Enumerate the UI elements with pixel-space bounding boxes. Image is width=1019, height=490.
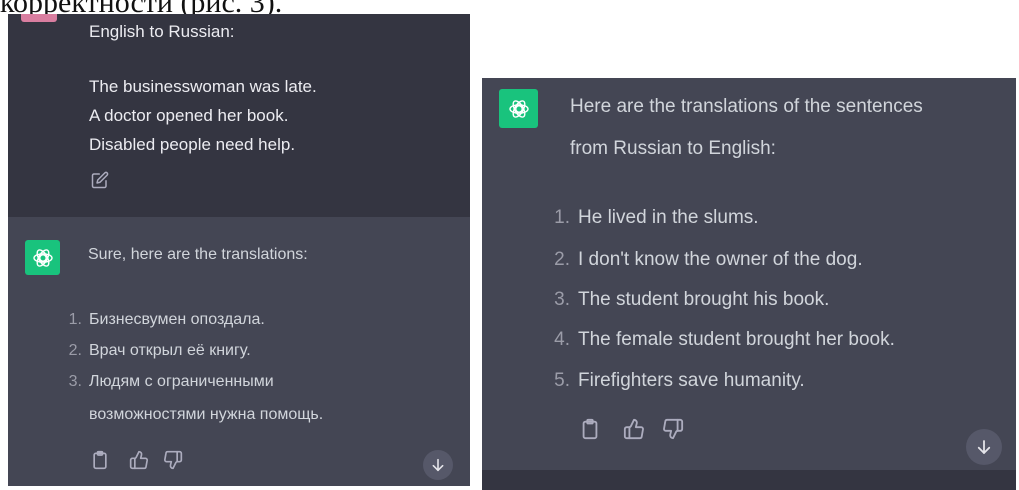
list-item: Бизнесвумен опоздала. xyxy=(89,311,265,328)
list-item: He lived in the slums. xyxy=(578,207,759,228)
list-item: Людям с ограниченными xyxy=(89,373,274,390)
user-message-line: Disabled people need help. xyxy=(89,135,296,154)
left-chat-panel: English to Russian: The businesswoman wa… xyxy=(8,14,470,486)
list-number: 2. xyxy=(554,249,570,270)
assistant-intro-line: Here are the translations of the sentenc… xyxy=(570,96,923,117)
user-message-block: English to Russian: The businesswoman wa… xyxy=(8,14,470,217)
edit-icon[interactable] xyxy=(91,171,109,189)
assistant-intro-line: from Russian to English: xyxy=(570,138,776,159)
user-message-line: A doctor opened her book. xyxy=(89,106,289,125)
list-item: The student brought his book. xyxy=(578,289,830,310)
list-item: Врач открыл её книгу. xyxy=(89,342,251,359)
assistant-avatar xyxy=(499,89,538,128)
assistant-avatar xyxy=(25,240,60,275)
user-avatar xyxy=(21,14,57,22)
list-number: 5. xyxy=(554,370,570,391)
thumbs-up-icon[interactable] xyxy=(129,450,149,470)
list-number: 2. xyxy=(68,342,82,359)
list-item: Firefighters save humanity. xyxy=(578,370,805,391)
scroll-down-button[interactable] xyxy=(966,429,1002,465)
thumbs-up-icon[interactable] xyxy=(623,418,645,440)
scroll-down-button[interactable] xyxy=(423,450,453,480)
list-number: 1. xyxy=(554,207,570,228)
bottom-bar xyxy=(482,470,1016,490)
list-item-continuation: возможностями нужна помощь. xyxy=(89,406,324,423)
right-chat-panel: Here are the translations of the sentenc… xyxy=(482,78,1016,490)
openai-icon xyxy=(32,248,53,267)
clipboard-icon[interactable] xyxy=(579,418,601,440)
assistant-intro: Sure, here are the translations: xyxy=(88,246,308,263)
arrow-down-icon xyxy=(432,458,444,472)
arrow-down-icon xyxy=(977,440,991,454)
user-message-line: The businesswoman was late. xyxy=(89,77,317,96)
list-number: 1. xyxy=(68,311,82,328)
list-item: The female student brought her book. xyxy=(578,329,895,350)
list-number: 3. xyxy=(68,373,82,390)
user-message-line: English to Russian: xyxy=(89,22,235,41)
openai-icon xyxy=(508,99,529,118)
thumbs-down-icon[interactable] xyxy=(163,450,183,470)
list-number: 3. xyxy=(554,289,570,310)
list-item: I don't know the owner of the dog. xyxy=(578,249,863,270)
thumbs-down-icon[interactable] xyxy=(662,418,684,440)
list-number: 4. xyxy=(554,329,570,350)
clipboard-icon[interactable] xyxy=(90,450,110,470)
